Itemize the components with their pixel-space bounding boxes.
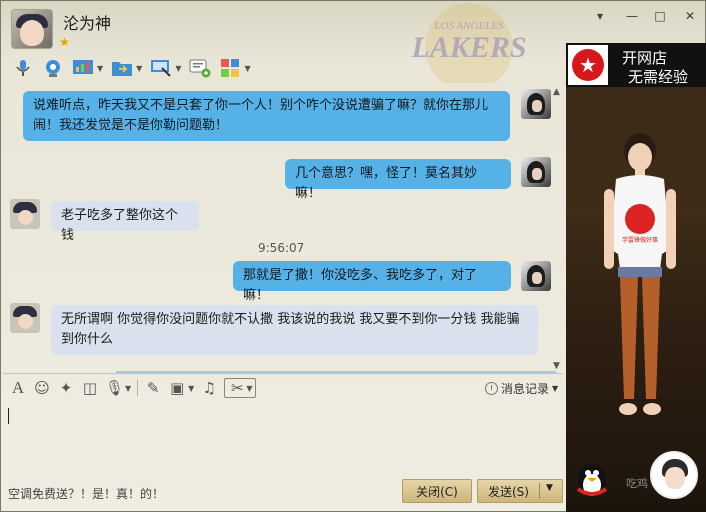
message-list[interactable]: 说难听点，昨天我又不是只套了你一个人！别个咋个没说遭骗了嘛？就你在那儿 闹！我还… xyxy=(3,85,565,373)
message-text: 几个意思？嘿，怪了！莫名其妙嘛！ xyxy=(295,166,478,201)
divider xyxy=(539,483,540,499)
contact-avatar-small[interactable] xyxy=(10,199,40,229)
chevron-down-icon[interactable]: ▼ xyxy=(125,384,131,393)
window-shake-icon[interactable]: ◫ xyxy=(81,378,99,398)
text-cursor xyxy=(8,408,9,424)
message-bubble-outgoing[interactable]: 说难听点，昨天我又不是只套了你一个人！别个咋个没说遭骗了嘛？就你在那儿 闹！我还… xyxy=(23,91,510,141)
contact-avatar-small[interactable] xyxy=(10,303,40,333)
close-window-button[interactable]: ✕ xyxy=(681,9,699,23)
message-bubble-outgoing[interactable]: 几个意思？嘿，怪了！莫名其妙嘛！ xyxy=(285,159,511,201)
divider xyxy=(3,373,563,374)
message-text: 老子吃多了整你这个钱 xyxy=(61,208,179,243)
watermark-text: 吃鸡 xyxy=(626,477,648,490)
screen-share-button[interactable]: ▼ xyxy=(69,56,106,80)
music-icon[interactable]: ♫ xyxy=(200,378,218,398)
my-avatar[interactable] xyxy=(521,157,551,187)
my-avatar[interactable] xyxy=(521,261,551,291)
apps-icon xyxy=(221,59,240,77)
message-text: 那就是了撒！你没吃多、我吃多了，对了嘛！ xyxy=(243,268,478,303)
edit-icon[interactable]: ✎ xyxy=(144,378,162,398)
create-discussion-icon xyxy=(189,59,211,78)
message-input[interactable] xyxy=(3,403,563,473)
send-button-label: 发送(S) xyxy=(488,484,529,499)
file-transfer-button[interactable]: ▼ xyxy=(108,56,145,80)
message-history-button[interactable]: 消息记录 ▼ xyxy=(485,380,558,397)
maximize-button[interactable]: □ xyxy=(651,9,669,23)
clock-icon xyxy=(485,382,498,395)
video-call-button[interactable] xyxy=(39,56,67,80)
avatar-character[interactable]: 学雷锋做好事 xyxy=(590,129,690,429)
message-timestamp: 9:56:07 xyxy=(258,241,305,255)
close-button[interactable]: 关闭(C) xyxy=(402,479,472,503)
chevron-down-icon[interactable]: ▼ xyxy=(97,64,103,73)
window-menu-button[interactable]: ▾ xyxy=(591,9,609,23)
apps-button[interactable]: ▼ xyxy=(216,56,253,80)
chevron-down-icon[interactable]: ▼ xyxy=(188,384,194,393)
chevron-down-icon[interactable]: ▼ xyxy=(175,64,181,73)
chat-window: 沦为神 ★ LOS ANGELES LAKERS ▾ — □ ✕ ▼ ▼ ▼ ▼… xyxy=(0,0,706,512)
minimize-button[interactable]: — xyxy=(623,9,641,23)
message-bubble-incoming[interactable]: 老子吃多了整你这个钱 xyxy=(51,201,199,243)
voice-message-icon[interactable]: 🎙︎ xyxy=(105,378,124,398)
star-icon: ★ xyxy=(59,35,70,49)
message-text: 无所谓啊 你觉得你没问题你就不认撒 我该说的我说 我又要不到你一分钱 我能骗 xyxy=(61,312,520,327)
scroll-down-arrow-icon[interactable]: ▼ xyxy=(553,361,560,371)
message-text: 说难听点，昨天我又不是只套了你一个人！别个咋个没说遭骗了嘛？就你在那儿 xyxy=(33,98,489,113)
svg-text:LAKERS: LAKERS xyxy=(410,31,526,64)
qq-penguin-icon[interactable] xyxy=(570,455,630,499)
star-logo-icon: ★ xyxy=(568,45,608,85)
input-toolbar: A ☺ ✦ ◫ 🎙︎ ▼ ✎ ▣ ▼ ♫ ✂ ▼ xyxy=(9,377,257,399)
message-bubble-outgoing[interactable]: 那就是了撒！你没吃多、我吃多了，对了嘛！ xyxy=(233,261,511,303)
message-text: 闹！我还发觉是不是你勒问题勒！ xyxy=(33,118,229,133)
chevron-down-icon[interactable]: ▼ xyxy=(136,64,142,73)
file-transfer-icon xyxy=(112,62,133,76)
emoji-icon[interactable]: ☺ xyxy=(33,378,51,398)
message-history-label: 消息记录 xyxy=(501,382,550,396)
scroll-up-arrow-icon[interactable]: ▲ xyxy=(553,87,560,97)
image-icon[interactable]: ▣ xyxy=(168,378,186,398)
chevron-down-icon[interactable]: ▼ xyxy=(246,384,252,393)
promo-link[interactable]: 空调免费送？！是！真！的！ xyxy=(8,485,164,502)
message-bubble-incoming[interactable]: 无所谓啊 你觉得你没问题你就不认撒 我该说的我说 我又要不到你一分钱 我能骗 到… xyxy=(51,305,538,355)
remote-desktop-icon xyxy=(151,60,172,77)
my-avatar[interactable] xyxy=(521,89,551,119)
ad-panel[interactable]: ★ 开网店 无需经验 学雷锋做好事 吃鸡 xyxy=(566,43,706,512)
microphone-icon xyxy=(16,60,30,76)
chevron-down-icon[interactable]: ▼ xyxy=(546,483,553,493)
screenshot-button[interactable]: ✂ ▼ xyxy=(224,378,257,398)
ad-headline: 开网店 xyxy=(622,49,668,67)
contact-avatar[interactable] xyxy=(11,9,53,49)
chat-toolbar: ▼ ▼ ▼ ▼ xyxy=(9,55,254,81)
create-discussion-button[interactable] xyxy=(186,56,214,80)
scissors-icon: ✂ xyxy=(231,379,244,397)
chevron-down-icon[interactable]: ▼ xyxy=(244,64,250,73)
video-camera-icon xyxy=(46,60,60,77)
send-button[interactable]: 发送(S) ▼ xyxy=(477,479,563,503)
remote-desktop-button[interactable]: ▼ xyxy=(147,56,184,80)
message-text: 到你什么 xyxy=(61,332,114,347)
voice-call-button[interactable] xyxy=(9,56,37,80)
divider xyxy=(137,380,139,396)
user-avatar-circle[interactable] xyxy=(650,451,698,499)
screen-share-icon xyxy=(73,60,93,74)
ad-banner[interactable]: ★ 开网店 无需经验 xyxy=(566,43,706,87)
ad-subline: 无需经验 xyxy=(628,68,689,86)
contact-name[interactable]: 沦为神 xyxy=(63,10,111,34)
svg-text:学雷锋做好事: 学雷锋做好事 xyxy=(622,236,658,244)
chevron-down-icon: ▼ xyxy=(552,384,559,393)
magic-wand-icon[interactable]: ✦ xyxy=(57,378,75,398)
font-icon[interactable]: A xyxy=(9,378,27,398)
lakers-logo: LOS ANGELES LAKERS xyxy=(410,3,527,83)
